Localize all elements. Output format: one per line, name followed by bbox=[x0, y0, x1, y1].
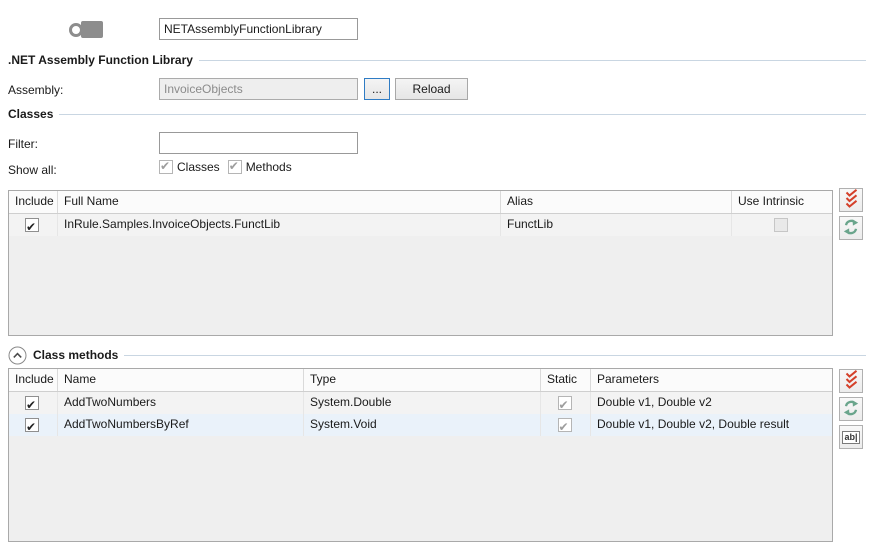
function-library-icon-block bbox=[81, 21, 103, 38]
section-class-methods-title: Class methods bbox=[33, 348, 118, 362]
col-full-name[interactable]: Full Name bbox=[58, 191, 501, 213]
function-library-icon-ring bbox=[69, 23, 83, 37]
col-static[interactable]: Static bbox=[541, 369, 591, 391]
section-class-methods: Class methods bbox=[8, 345, 866, 365]
method-type-cell: System.Double bbox=[304, 392, 541, 414]
section-library: .NET Assembly Function Library bbox=[8, 50, 866, 70]
include-cell bbox=[9, 414, 58, 436]
filter-label: Filter: bbox=[8, 137, 38, 151]
section-library-title: .NET Assembly Function Library bbox=[8, 53, 193, 67]
triple-checkmarks-icon bbox=[844, 189, 859, 211]
section-rule bbox=[124, 355, 866, 356]
classes-table: Include Full Name Alias Use Intrinsic In… bbox=[8, 190, 833, 336]
col-alias[interactable]: Alias bbox=[501, 191, 732, 213]
classes-refresh-button[interactable] bbox=[839, 216, 863, 240]
browse-assembly-button[interactable]: ... bbox=[364, 78, 390, 100]
method-name-cell: AddTwoNumbersByRef bbox=[58, 414, 304, 436]
refresh-icon bbox=[843, 219, 859, 238]
col-include[interactable]: Include bbox=[9, 191, 58, 213]
section-rule bbox=[59, 114, 866, 115]
collapse-class-methods-button[interactable] bbox=[8, 346, 27, 365]
methods-table: Include Name Type Static Parameters AddT… bbox=[8, 368, 833, 542]
include-cell bbox=[9, 214, 58, 236]
col-parameters[interactable]: Parameters bbox=[591, 369, 832, 391]
methods-table-row[interactable]: AddTwoNumbers System.Double Double v1, D… bbox=[9, 392, 832, 414]
show-all-classes-label: Classes bbox=[177, 160, 220, 174]
classes-table-row[interactable]: InRule.Samples.InvoiceObjects.FunctLib F… bbox=[9, 214, 832, 236]
methods-refresh-button[interactable] bbox=[839, 397, 863, 421]
library-name-input[interactable] bbox=[159, 18, 358, 40]
use-intrinsic-cell bbox=[732, 214, 832, 236]
parameters-cell: Double v1, Double v2 bbox=[591, 392, 832, 414]
triple-checkmarks-icon bbox=[844, 370, 859, 392]
col-name[interactable]: Name bbox=[58, 369, 304, 391]
show-all-classes-checkbox bbox=[159, 160, 173, 174]
methods-check-all-button[interactable] bbox=[839, 369, 863, 393]
static-checkbox bbox=[558, 396, 572, 410]
classes-check-all-button[interactable] bbox=[839, 188, 863, 212]
col-type[interactable]: Type bbox=[304, 369, 541, 391]
parameters-cell: Double v1, Double v2, Double result bbox=[591, 414, 832, 436]
methods-rename-button[interactable]: ab| bbox=[839, 425, 863, 449]
col-use-intrinsic[interactable]: Use Intrinsic bbox=[732, 191, 832, 213]
classes-table-header: Include Full Name Alias Use Intrinsic bbox=[9, 191, 832, 214]
refresh-icon bbox=[843, 400, 859, 419]
full-name-cell: InRule.Samples.InvoiceObjects.FunctLib bbox=[58, 214, 501, 236]
section-rule bbox=[199, 60, 866, 61]
methods-table-row[interactable]: AddTwoNumbersByRef System.Void Double v1… bbox=[9, 414, 832, 436]
include-cell bbox=[9, 392, 58, 414]
filter-input[interactable] bbox=[159, 132, 358, 154]
include-checkbox[interactable] bbox=[25, 396, 39, 410]
assembly-label: Assembly: bbox=[8, 83, 63, 97]
alias-cell: FunctLib bbox=[501, 214, 732, 236]
methods-table-header: Include Name Type Static Parameters bbox=[9, 369, 832, 392]
section-classes: Classes bbox=[8, 104, 866, 124]
include-checkbox[interactable] bbox=[25, 418, 39, 432]
net-assembly-function-library-editor: .NET Assembly Function Library Assembly:… bbox=[0, 0, 869, 554]
assembly-path-input bbox=[159, 78, 358, 100]
use-intrinsic-checkbox bbox=[774, 218, 788, 232]
method-name-cell: AddTwoNumbers bbox=[58, 392, 304, 414]
static-checkbox bbox=[558, 418, 572, 432]
method-type-cell: System.Void bbox=[304, 414, 541, 436]
rename-ab-icon: ab| bbox=[842, 431, 859, 444]
section-classes-title: Classes bbox=[8, 107, 53, 121]
show-all-methods-label: Methods bbox=[246, 160, 292, 174]
show-all-methods-checkbox bbox=[228, 160, 242, 174]
col-include[interactable]: Include bbox=[9, 369, 58, 391]
show-all-label: Show all: bbox=[8, 163, 57, 177]
show-all-options: Classes Methods bbox=[159, 160, 300, 174]
reload-assembly-button[interactable]: Reload bbox=[395, 78, 468, 100]
static-cell bbox=[541, 392, 591, 414]
include-checkbox[interactable] bbox=[25, 218, 39, 232]
static-cell bbox=[541, 414, 591, 436]
